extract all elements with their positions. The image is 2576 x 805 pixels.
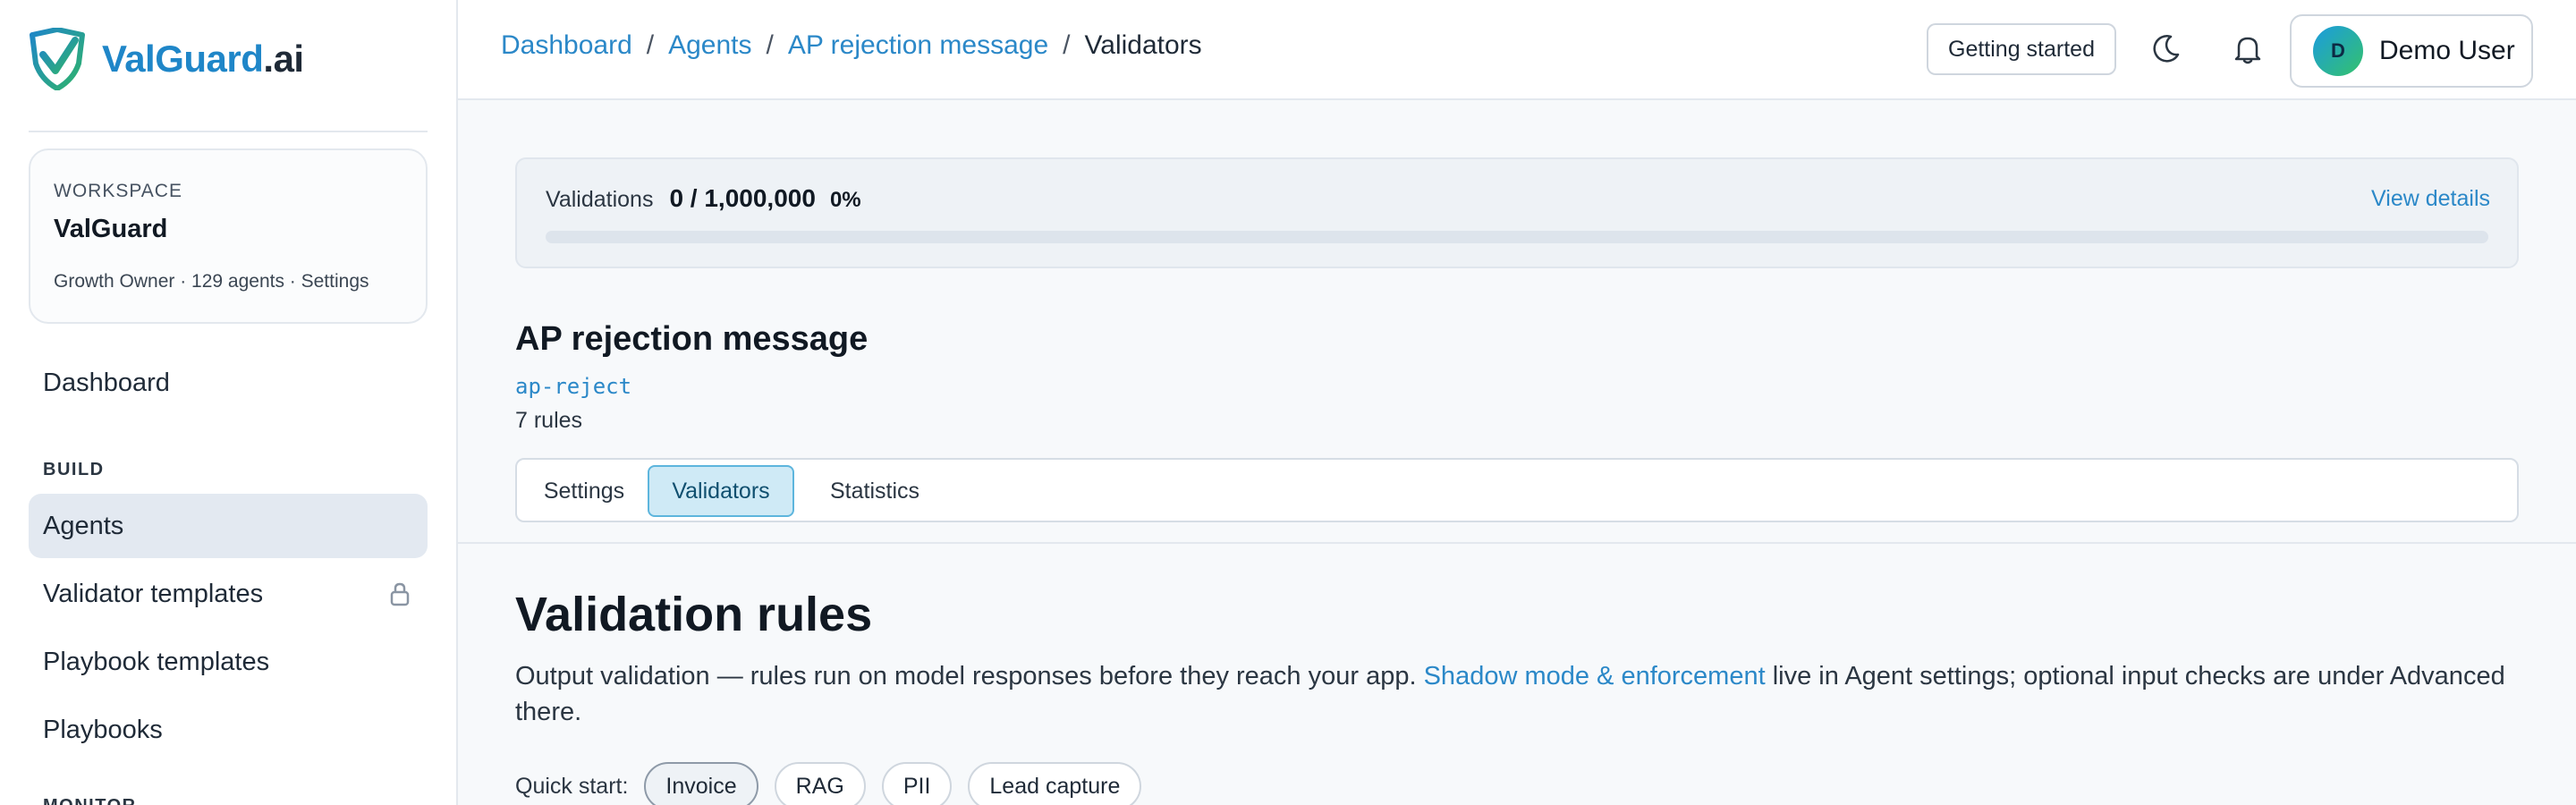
sidebar-item-playbook-templates[interactable]: Playbook templates [29,630,428,694]
shadow-mode-link[interactable]: Shadow mode & enforcement [1424,662,1766,691]
sidebar-item-dashboard[interactable]: Dashboard [29,351,428,415]
quick-start-chip-rag[interactable]: RAG [774,762,866,805]
sidebar-section-monitor: MONITOR [43,796,137,805]
quick-start-chip-invoice[interactable]: Invoice [644,762,758,805]
brand-name: ValGuard.ai [102,38,304,80]
sidebar-section-build: BUILD [43,460,105,479]
quick-start-bar: Quick start: Invoice RAG PII Lead captur… [515,762,1157,805]
workspace-card[interactable]: WORKSPACE ValGuard Growth Owner · 129 ag… [29,148,428,324]
workspace-meta: Growth Owner · 129 agents · Settings [54,271,369,292]
agent-rule-count: 7 rules [515,408,583,433]
quick-start-label: Quick start: [515,773,629,799]
brand-name-part2: .ai [263,38,304,80]
agent-slug: ap-reject [515,374,632,399]
sidebar-divider [29,131,428,132]
sidebar-item-playbooks[interactable]: Playbooks [29,698,428,762]
bell-icon [2234,37,2261,64]
breadcrumb-separator: / [646,30,655,60]
breadcrumb-separator: / [766,30,774,60]
agent-title: AP rejection message [515,320,869,358]
shield-check-icon [30,28,85,90]
moon-icon [2153,35,2180,63]
theme-toggle-button[interactable] [2143,27,2188,72]
top-bar: Dashboard / Agents / AP rejection messag… [458,0,2576,100]
sidebar-item-label: Playbook templates [43,647,270,676]
quick-start-chip-pii[interactable]: PII [881,762,953,805]
workspace-kicker: WORKSPACE [54,181,182,201]
breadcrumb-agent[interactable]: AP rejection message [788,30,1048,61]
user-name: Demo User [2379,36,2515,65]
workspace-name: ValGuard [54,215,168,243]
brand-logo[interactable]: ValGuard.ai [27,27,304,91]
usage-summary: Validations 0 / 1,000,000 0% [546,184,861,213]
breadcrumb: Dashboard / Agents / AP rejection messag… [501,30,1202,61]
sidebar-item-agents[interactable]: Agents [29,494,428,558]
quick-start-chip-lead-capture[interactable]: Lead capture [968,762,1142,805]
tab-validators[interactable]: Validators [648,465,794,517]
section-title: Validation rules [515,588,873,641]
getting-started-button[interactable]: Getting started [1927,23,2116,75]
usage-progress-bar [546,231,2488,243]
notifications-button[interactable] [2225,27,2270,72]
section-description: Output validation — rules run on model r… [515,658,2519,730]
breadcrumb-dashboard[interactable]: Dashboard [501,30,632,61]
breadcrumb-current: Validators [1084,30,1202,60]
sidebar-item-label: Validator templates [43,579,264,608]
breadcrumb-separator: / [1063,30,1071,60]
view-details-link[interactable]: View details [2371,186,2490,212]
usage-card: Validations 0 / 1,000,000 0% View detail… [515,157,2519,268]
agent-tabs: Settings Validators Statistics [515,458,2519,522]
tab-settings[interactable]: Settings [530,465,639,517]
sidebar-item-validator-templates[interactable]: Validator templates [29,562,428,626]
sidebar-item-label: Agents [43,511,124,540]
avatar: D [2313,26,2363,76]
usage-count: 0 / 1,000,000 [669,184,816,212]
content-divider [458,542,2576,544]
user-menu-button[interactable]: D Demo User [2290,14,2533,88]
section-desc-text: Output validation — rules run on model r… [515,662,1424,691]
usage-percent: 0% [829,188,861,212]
sidebar-item-label: Playbooks [43,715,163,744]
breadcrumb-agents[interactable]: Agents [668,30,751,61]
tab-statistics[interactable]: Statistics [803,465,946,517]
usage-label: Validations [546,187,654,212]
brand-name-part1: ValGuard [102,38,264,80]
lock-icon [390,582,410,606]
sidebar: ValGuard.ai WORKSPACE ValGuard Growth Ow… [0,0,458,805]
